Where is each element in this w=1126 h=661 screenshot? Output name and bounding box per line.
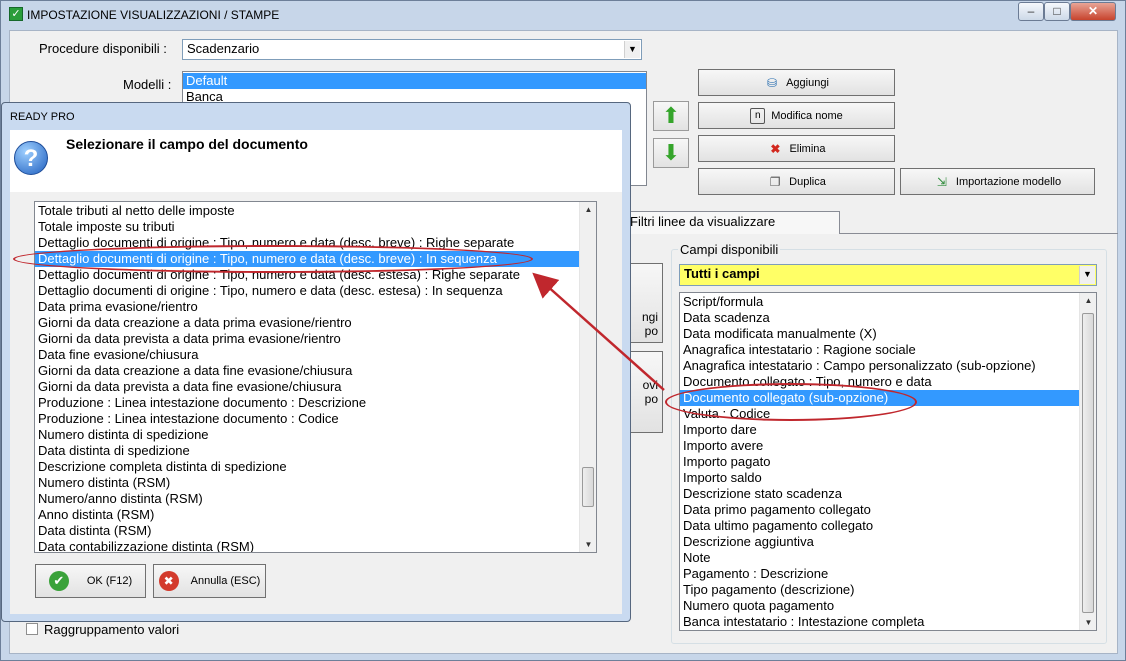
annotation-arrow <box>532 272 665 391</box>
